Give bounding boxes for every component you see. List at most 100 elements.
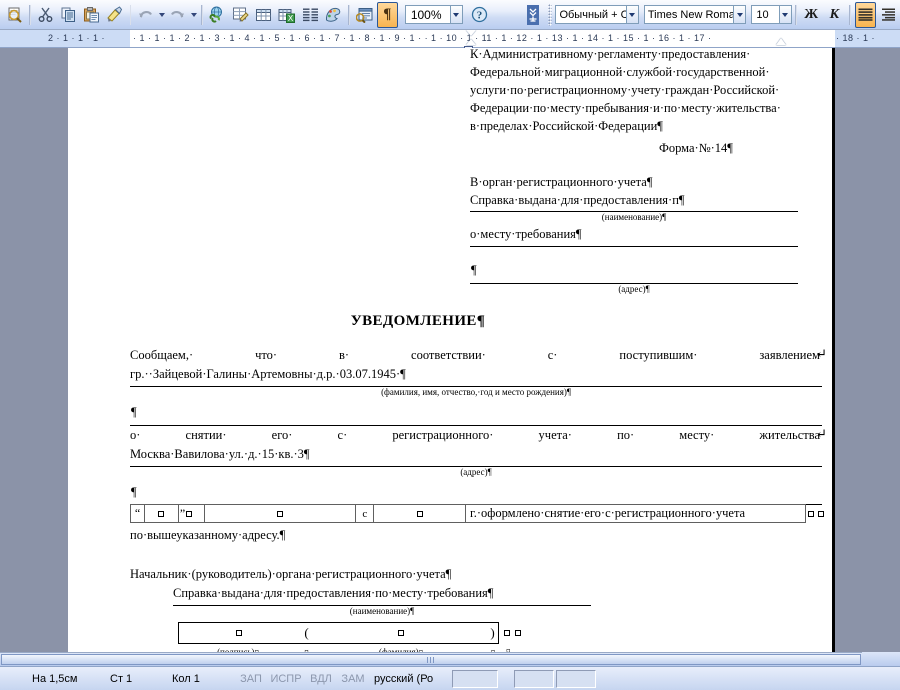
status-ext-toggle[interactable]: ВДЛ — [306, 670, 336, 688]
format-painter-icon[interactable] — [104, 2, 125, 28]
first-line-indent-marker[interactable] — [466, 30, 476, 36]
style-dropdown-arrow[interactable] — [625, 5, 639, 24]
horizontal-scrollbar-thumb[interactable] — [1, 654, 861, 665]
underline-empty-2 — [130, 425, 822, 426]
font-name-combobox[interactable]: Times New Roman — [643, 5, 735, 24]
right-indent-marker[interactable] — [776, 38, 786, 45]
toolbar-separator — [201, 4, 203, 25]
status-spellcheck-slot[interactable] — [452, 669, 498, 688]
end-of-table-mark — [515, 630, 521, 636]
caption-name-1: (наименование)¶ — [601, 212, 667, 222]
status-language[interactable]: русский (Ро — [370, 670, 444, 688]
caption-address-2: (адрес)¶ — [460, 467, 492, 477]
show-formatting-marks-icon[interactable]: ¶ — [376, 1, 398, 28]
font-name-dropdown-arrow[interactable] — [733, 5, 747, 24]
status-trk-toggle[interactable]: ИСПР — [268, 670, 304, 688]
document-title: УВЕДОМЛЕНИЕ¶ — [350, 313, 486, 329]
body-word: учета· — [538, 428, 572, 442]
align-right-button[interactable] — [878, 2, 899, 28]
zoom-combobox[interactable]: 100% — [404, 5, 451, 24]
status-extra-slot-2[interactable] — [556, 669, 596, 688]
caption-address-1: (адрес)¶ — [618, 284, 650, 294]
quote-open: “ — [134, 506, 141, 520]
insert-excel-sheet-icon[interactable]: X — [276, 2, 297, 28]
body-word: по· — [617, 428, 635, 442]
signature-cell-paren-close[interactable]: ) — [487, 622, 499, 644]
signature-table[interactable]: ( ) — [178, 622, 499, 644]
date-table-cell-separator[interactable]: с — [356, 505, 375, 522]
status-extra-slot-1[interactable] — [514, 669, 554, 688]
svg-text:?: ? — [477, 10, 483, 22]
formatting-space-mark — [416, 510, 423, 517]
font-size-combobox[interactable]: 10 — [751, 5, 780, 24]
formatting-space-mark — [277, 510, 284, 517]
date-table-cell-year[interactable] — [374, 505, 466, 522]
body-word: регистрационного· — [392, 428, 494, 442]
caption-name-2: (наименование)¶ — [349, 606, 415, 616]
formatting-toolbar-grip[interactable] — [547, 3, 553, 26]
toolbar-options-icon[interactable] — [523, 2, 544, 28]
quote-close: ” — [179, 506, 186, 520]
date-table-cell-quote[interactable]: “ — [131, 505, 145, 522]
date-table-cell-quote-close[interactable]: ” — [179, 505, 205, 522]
copy-icon[interactable] — [58, 2, 79, 28]
citizen-line: гр.··Зайцевой·Галины·Артемовны·д.р.·03.0… — [130, 367, 406, 381]
italic-button[interactable]: К — [824, 2, 845, 28]
horizontal-scrollbar[interactable] — [0, 652, 900, 666]
form-number: Форма·№·14¶ — [659, 141, 733, 155]
paste-icon[interactable] — [81, 2, 102, 28]
style-combobox[interactable]: Обычный + Сле — [555, 5, 627, 24]
formatting-space-mark — [235, 630, 242, 636]
formatting-space-mark — [398, 630, 404, 636]
hyperlink-icon[interactable] — [207, 2, 228, 28]
signature-cell-surname[interactable] — [315, 622, 487, 644]
font-size-value: 10 — [756, 8, 769, 21]
date-table-cell-text[interactable]: г.·оформлено·снятие·его·с·регистрационно… — [466, 505, 805, 522]
body-word: заявлением — [759, 348, 820, 362]
redo-icon[interactable] — [167, 2, 188, 28]
zoom-dropdown-arrow[interactable] — [449, 5, 464, 24]
font-size-dropdown-arrow[interactable] — [778, 5, 792, 24]
redo-dropdown-arrow[interactable] — [189, 4, 198, 26]
body-word: с· — [547, 348, 558, 362]
empty-paragraph-1: ¶ — [471, 263, 477, 277]
line-break-mark-1: ↵ — [816, 346, 827, 361]
undo-dropdown-arrow[interactable] — [157, 4, 166, 26]
document-body[interactable]: К·Административному·регламенту·предостав… — [68, 48, 828, 666]
body-word: его· — [271, 428, 293, 442]
hanging-indent-marker[interactable] — [466, 39, 476, 45]
document-map-icon[interactable] — [354, 2, 375, 28]
bold-button[interactable]: Ж — [801, 2, 822, 28]
cut-icon[interactable] — [35, 2, 56, 28]
columns-icon[interactable] — [299, 2, 320, 28]
tables-and-borders-icon[interactable] — [230, 2, 251, 28]
help-icon[interactable]: ? — [469, 2, 490, 28]
signature-cell-paren-open[interactable]: ( — [298, 622, 315, 644]
print-preview-icon[interactable] — [4, 2, 25, 28]
svg-text:X: X — [288, 14, 294, 23]
drawing-icon[interactable] — [323, 2, 344, 28]
document-workspace: К·Административному·регламенту·предостав… — [0, 48, 900, 666]
status-bar: На 1,5см Ст 1 Кол 1 ЗАП ИСПР ВДЛ ЗАМ рус… — [0, 666, 900, 690]
status-ovr-toggle[interactable]: ЗАМ — [338, 670, 368, 688]
signature-cell-signature[interactable] — [178, 622, 298, 644]
body-word: с· — [337, 428, 348, 442]
date-table[interactable]: “ ” с г.·оформлено·снятие·его·с·регистра… — [130, 504, 806, 523]
insert-table-icon[interactable] — [253, 2, 274, 28]
date-table-cell-day[interactable] — [145, 505, 179, 522]
status-column: Кол 1 — [172, 672, 200, 685]
body-word: Сообщаем,· — [130, 348, 194, 362]
undo-icon[interactable] — [135, 2, 156, 28]
align-justify-button[interactable] — [854, 1, 876, 28]
body-word: соответствии· — [411, 348, 486, 362]
address-line: Москва·Вавилова·ул.·д.·15·кв.·3¶ — [130, 447, 310, 461]
header-line-1: К·Административному·регламенту·предостав… — [470, 48, 751, 61]
end-of-table-mark — [818, 511, 824, 517]
date-table-cell-month[interactable] — [205, 505, 357, 522]
horizontal-ruler[interactable]: 2 · 1 · 1 · 1 · · 1 · 1 · 1 · 2 · 1 · 3 … — [0, 30, 900, 48]
body-word: снятии· — [185, 428, 227, 442]
toolbar-separator — [794, 4, 797, 25]
status-rec-toggle[interactable]: ЗАП — [236, 670, 266, 688]
document-page[interactable]: К·Административному·регламенту·предостав… — [68, 48, 835, 666]
toolbar-separator — [29, 4, 31, 25]
